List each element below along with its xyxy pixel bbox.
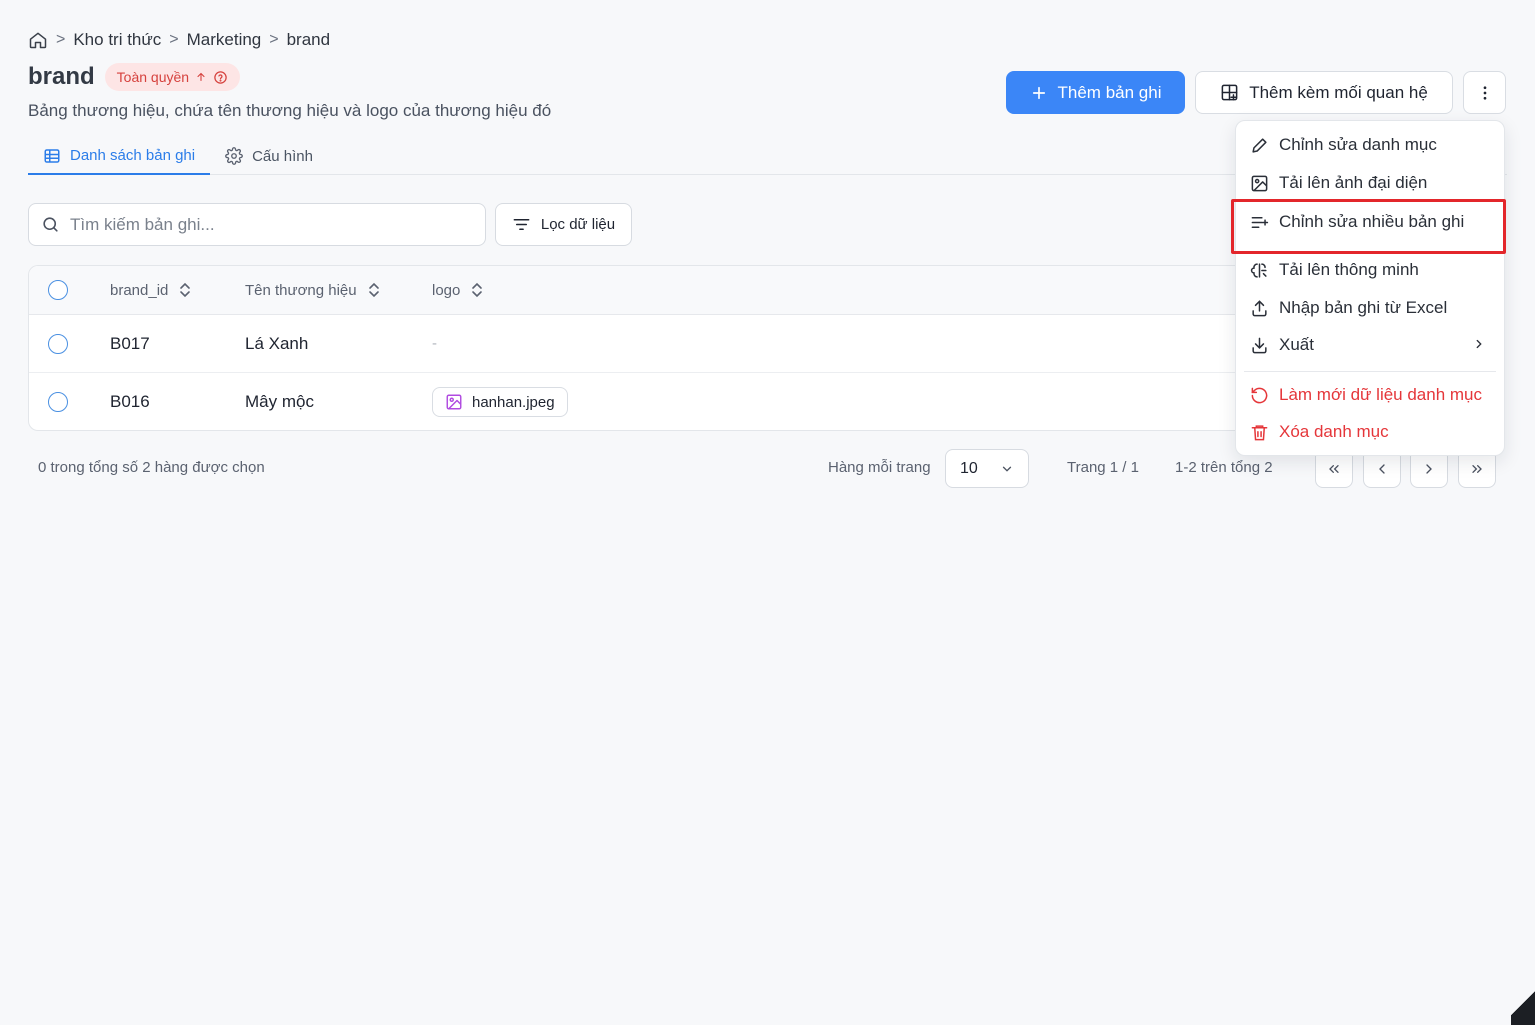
download-icon: [1250, 336, 1269, 355]
table-header: brand_id Tên thương hiệu logo: [29, 266, 1243, 315]
page-indicator: Trang 1 / 1: [1067, 459, 1139, 476]
chevrons-right-icon: [1469, 461, 1485, 477]
menu-item-import-excel[interactable]: Nhập bản ghi từ Excel: [1236, 289, 1504, 327]
selection-status: 0 trong tổng số 2 hàng được chọn: [38, 459, 265, 476]
column-header-label: logo: [432, 281, 461, 299]
tab-record-list[interactable]: Danh sách bản ghi: [28, 138, 211, 175]
upload-icon: [1250, 299, 1269, 318]
arrow-up-icon: [195, 71, 207, 83]
add-record-button[interactable]: Thêm bản ghi: [1006, 71, 1185, 114]
chevron-right-icon: [1421, 461, 1437, 477]
gear-icon: [225, 147, 243, 165]
column-header-brand-id[interactable]: brand_id: [110, 266, 192, 314]
rows-per-page-value: 10: [960, 459, 978, 477]
permission-badge-label: Toàn quyền: [116, 69, 190, 85]
filter-button[interactable]: Lọc dữ liệu: [495, 203, 632, 246]
cell-logo-empty: -: [432, 335, 437, 352]
filter-icon: [512, 215, 531, 234]
menu-item-label: Xóa danh mục: [1279, 422, 1389, 441]
breadcrumb-separator: >: [56, 31, 66, 48]
row-checkbox[interactable]: [48, 315, 68, 372]
chevron-down-icon: [1000, 462, 1014, 476]
menu-item-label: Tải lên thông minh: [1279, 260, 1419, 279]
table-row[interactable]: B016 Mây mộc hanhan.jpeg: [29, 373, 1243, 430]
tab-settings-label: Cấu hình: [252, 147, 313, 165]
table-icon: [43, 147, 61, 165]
records-table: brand_id Tên thương hiệu logo B017 Lá Xa…: [28, 265, 1243, 431]
cell-brand-name: Mây mộc: [245, 392, 314, 411]
add-record-label: Thêm bản ghi: [1057, 82, 1162, 102]
tab-record-list-label: Danh sách bản ghi: [70, 147, 196, 164]
permission-badge[interactable]: Toàn quyền: [104, 63, 241, 91]
page-description: Bảng thương hiệu, chứa tên thương hiệu v…: [28, 101, 552, 120]
sort-icon[interactable]: [178, 282, 192, 298]
menu-item-smart-upload[interactable]: Tải lên thông minh: [1236, 251, 1504, 289]
menu-item-upload-avatar[interactable]: Tải lên ảnh đại diện: [1236, 164, 1504, 202]
column-header-label: Tên thương hiệu: [245, 281, 357, 299]
sort-icon[interactable]: [367, 282, 381, 298]
smart-upload-icon: [1250, 261, 1269, 280]
range-indicator: 1-2 trên tổng 2: [1175, 459, 1273, 476]
breadcrumb-item-brand: brand: [286, 30, 331, 49]
menu-item-delete-category[interactable]: Xóa danh mục: [1236, 413, 1504, 451]
page-header: brand Toàn quyền: [28, 63, 241, 91]
refresh-icon: [1250, 386, 1269, 405]
image-icon: [1250, 174, 1269, 193]
highlight-box: [1231, 199, 1506, 254]
search-box: [28, 203, 486, 246]
menu-item-refresh-category[interactable]: Làm mới dữ liệu danh mục: [1236, 376, 1504, 414]
search-icon: [41, 215, 60, 234]
plus-icon: [1030, 84, 1048, 102]
chevron-left-icon: [1374, 461, 1390, 477]
tab-settings[interactable]: Cấu hình: [210, 138, 328, 174]
row-checkbox[interactable]: [48, 373, 68, 430]
chevrons-left-icon: [1326, 461, 1342, 477]
column-header-label: brand_id: [110, 281, 169, 299]
file-name: hanhan.jpeg: [472, 393, 555, 411]
search-input[interactable]: [70, 214, 473, 235]
menu-item-label: Nhập bản ghi từ Excel: [1279, 298, 1448, 317]
menu-item-label: Xuất: [1279, 335, 1314, 354]
cell-brand-id: B017: [110, 333, 150, 353]
rows-per-page-label: Hàng mỗi trang: [828, 459, 931, 476]
menu-item-export[interactable]: Xuất: [1236, 326, 1504, 364]
table-row[interactable]: B017 Lá Xanh -: [29, 315, 1243, 373]
chevron-right-icon: [1472, 337, 1486, 351]
breadcrumb-separator: >: [169, 31, 179, 48]
cell-brand-name: Lá Xanh: [245, 333, 309, 353]
menu-item-label: Làm mới dữ liệu danh mục: [1279, 385, 1483, 404]
rows-per-page-select[interactable]: 10: [945, 449, 1029, 488]
column-header-brand-name[interactable]: Tên thương hiệu: [245, 266, 381, 314]
add-with-relation-label: Thêm kèm mối quan hệ: [1249, 82, 1428, 102]
select-all-checkbox[interactable]: [48, 266, 68, 314]
menu-item-label: Chỉnh sửa danh mục: [1279, 135, 1437, 154]
breadcrumb: > Kho tri thức > Marketing > brand: [28, 29, 330, 51]
more-vertical-icon: [1476, 84, 1494, 102]
trash-icon: [1250, 423, 1269, 442]
filter-label: Lọc dữ liệu: [540, 216, 616, 233]
breadcrumb-item-marketing[interactable]: Marketing: [187, 30, 262, 50]
home-icon[interactable]: [28, 30, 48, 50]
options-dropdown-menu: Chỉnh sửa danh mục Tải lên ảnh đại diện …: [1235, 120, 1505, 456]
sort-icon[interactable]: [470, 282, 484, 298]
add-with-relation-button[interactable]: Thêm kèm mối quan hệ: [1195, 71, 1453, 114]
cell-logo: hanhan.jpeg: [432, 373, 568, 430]
breadcrumb-separator: >: [269, 31, 279, 48]
image-file-icon: [445, 393, 463, 411]
window-corner: [1511, 965, 1535, 1025]
grid-plus-icon: [1220, 83, 1239, 102]
column-header-logo[interactable]: logo: [432, 266, 484, 314]
help-circle-icon[interactable]: [213, 70, 228, 85]
more-options-button[interactable]: [1463, 71, 1506, 114]
breadcrumb-item-kho-tri-thuc[interactable]: Kho tri thức: [73, 30, 161, 50]
menu-divider: [1244, 371, 1496, 372]
menu-item-label: Tải lên ảnh đại diện: [1279, 173, 1428, 192]
menu-item-edit-category[interactable]: Chỉnh sửa danh mục: [1236, 126, 1504, 164]
pencil-icon: [1250, 136, 1269, 155]
cell-brand-id: B016: [110, 392, 150, 411]
page-title: brand: [28, 63, 95, 90]
file-chip[interactable]: hanhan.jpeg: [432, 387, 568, 417]
